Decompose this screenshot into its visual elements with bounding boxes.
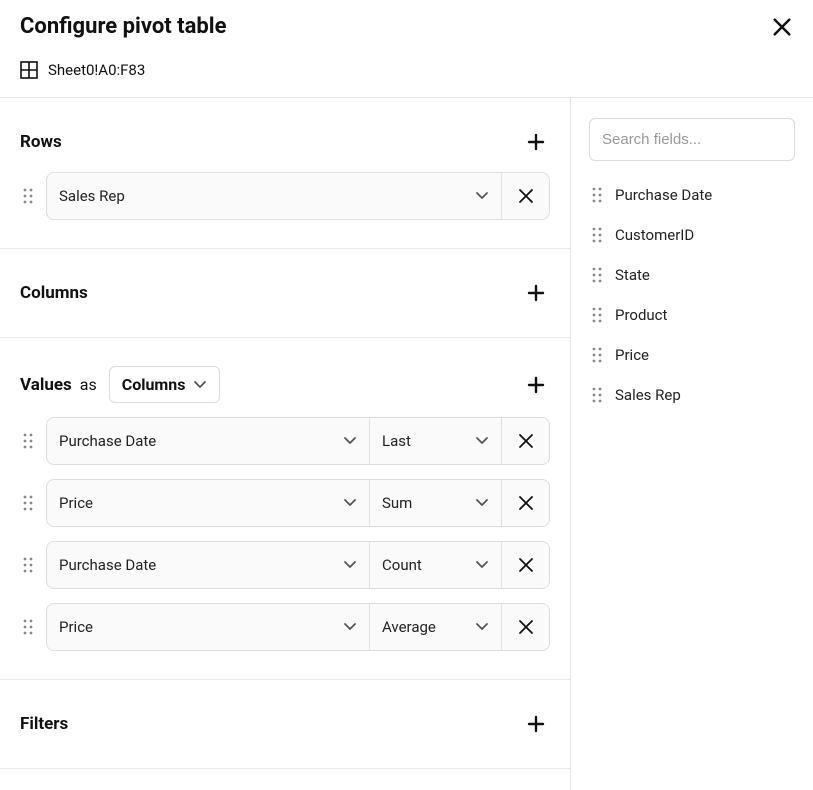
drag-handle-icon (589, 227, 605, 243)
remove-value-button[interactable] (501, 604, 549, 650)
table-grid-icon (20, 61, 38, 79)
value-field-select[interactable]: Purchase Date (47, 542, 369, 588)
config-column: Rows Sales Rep (0, 98, 570, 790)
search-fields-input[interactable] (589, 118, 795, 161)
values-as-select[interactable]: Columns (109, 366, 221, 403)
pivot-config-panel: Configure pivot table Sheet0!A0:F83 Rows (0, 0, 813, 790)
available-field[interactable]: CustomerID (589, 215, 795, 255)
values-as-value: Columns (122, 375, 186, 394)
drag-handle-icon[interactable] (20, 619, 36, 635)
data-range-text: Sheet0!A0:F83 (48, 61, 145, 79)
value-agg-select[interactable]: Count (369, 542, 501, 588)
value-agg-select[interactable]: Last (369, 418, 501, 464)
value-agg-select[interactable]: Average (369, 604, 501, 650)
drag-handle-icon (589, 347, 605, 363)
available-field[interactable]: Sales Rep (589, 375, 795, 415)
values-item: Purchase Date Count (20, 541, 550, 589)
chevron-down-icon (193, 378, 207, 392)
drag-handle-icon (589, 307, 605, 323)
drag-handle-icon[interactable] (20, 433, 36, 449)
plus-icon (527, 376, 545, 394)
close-icon (518, 433, 534, 449)
value-field-label: Price (59, 494, 93, 512)
chevron-down-icon (475, 496, 489, 510)
add-column-button[interactable] (522, 279, 550, 307)
values-item: Price Sum (20, 479, 550, 527)
drag-handle-icon[interactable] (20, 188, 36, 204)
remove-row-button[interactable] (501, 173, 549, 219)
chevron-down-icon (343, 496, 357, 510)
close-icon (518, 188, 534, 204)
drag-handle-icon (589, 187, 605, 203)
value-agg-label: Last (382, 432, 411, 450)
field-label: Sales Rep (615, 386, 681, 404)
close-icon (518, 557, 534, 573)
drag-handle-icon[interactable] (20, 557, 36, 573)
chevron-down-icon (343, 558, 357, 572)
value-agg-label: Average (382, 618, 436, 636)
add-filter-button[interactable] (522, 710, 550, 738)
available-field[interactable]: Product (589, 295, 795, 335)
rows-item: Sales Rep (20, 172, 550, 220)
plus-icon (527, 715, 545, 733)
value-field-label: Purchase Date (59, 432, 156, 450)
drag-handle-icon (589, 267, 605, 283)
section-rows: Rows Sales Rep (0, 98, 570, 249)
dialog-title: Configure pivot table (20, 14, 226, 39)
field-label: Price (615, 346, 649, 364)
field-label: State (615, 266, 650, 284)
row-field-label: Sales Rep (59, 187, 125, 205)
remove-value-button[interactable] (501, 418, 549, 464)
chevron-down-icon (475, 620, 489, 634)
remove-value-button[interactable] (501, 542, 549, 588)
available-field[interactable]: Purchase Date (589, 175, 795, 215)
section-columns: Columns (0, 249, 570, 338)
value-field-select[interactable]: Purchase Date (47, 418, 369, 464)
chevron-down-icon (475, 189, 489, 203)
close-icon (771, 16, 793, 38)
value-field-select[interactable]: Price (47, 480, 369, 526)
section-values: Values as Columns P (0, 338, 570, 680)
plus-icon (527, 133, 545, 151)
fields-sidebar: Purchase Date CustomerID State Product P… (570, 98, 813, 790)
close-button[interactable] (771, 16, 793, 38)
chevron-down-icon (475, 558, 489, 572)
plus-icon (527, 284, 545, 302)
section-filters: Filters (0, 680, 570, 769)
field-label: CustomerID (615, 226, 694, 244)
available-field[interactable]: State (589, 255, 795, 295)
value-agg-label: Count (382, 556, 422, 574)
field-label: Product (615, 306, 667, 324)
chevron-down-icon (343, 434, 357, 448)
section-columns-title: Columns (20, 283, 88, 303)
add-row-button[interactable] (522, 128, 550, 156)
value-field-label: Price (59, 618, 93, 636)
values-item: Price Average (20, 603, 550, 651)
value-agg-select[interactable]: Sum (369, 480, 501, 526)
available-field[interactable]: Price (589, 335, 795, 375)
drag-handle-icon (589, 387, 605, 403)
field-label: Purchase Date (615, 186, 712, 204)
data-range-row: Sheet0!A0:F83 (20, 61, 793, 79)
chevron-down-icon (475, 434, 489, 448)
value-field-label: Purchase Date (59, 556, 156, 574)
section-values-title: Values (20, 375, 72, 395)
value-agg-label: Sum (382, 494, 412, 512)
values-as-label: as (80, 375, 97, 394)
close-icon (518, 619, 534, 635)
remove-value-button[interactable] (501, 480, 549, 526)
row-field-select[interactable]: Sales Rep (47, 173, 501, 219)
values-item: Purchase Date Last (20, 417, 550, 465)
add-value-button[interactable] (522, 371, 550, 399)
header: Configure pivot table Sheet0!A0:F83 (0, 0, 813, 97)
close-icon (518, 495, 534, 511)
section-rows-title: Rows (20, 132, 62, 152)
value-field-select[interactable]: Price (47, 604, 369, 650)
chevron-down-icon (343, 620, 357, 634)
drag-handle-icon[interactable] (20, 495, 36, 511)
section-filters-title: Filters (20, 714, 68, 734)
